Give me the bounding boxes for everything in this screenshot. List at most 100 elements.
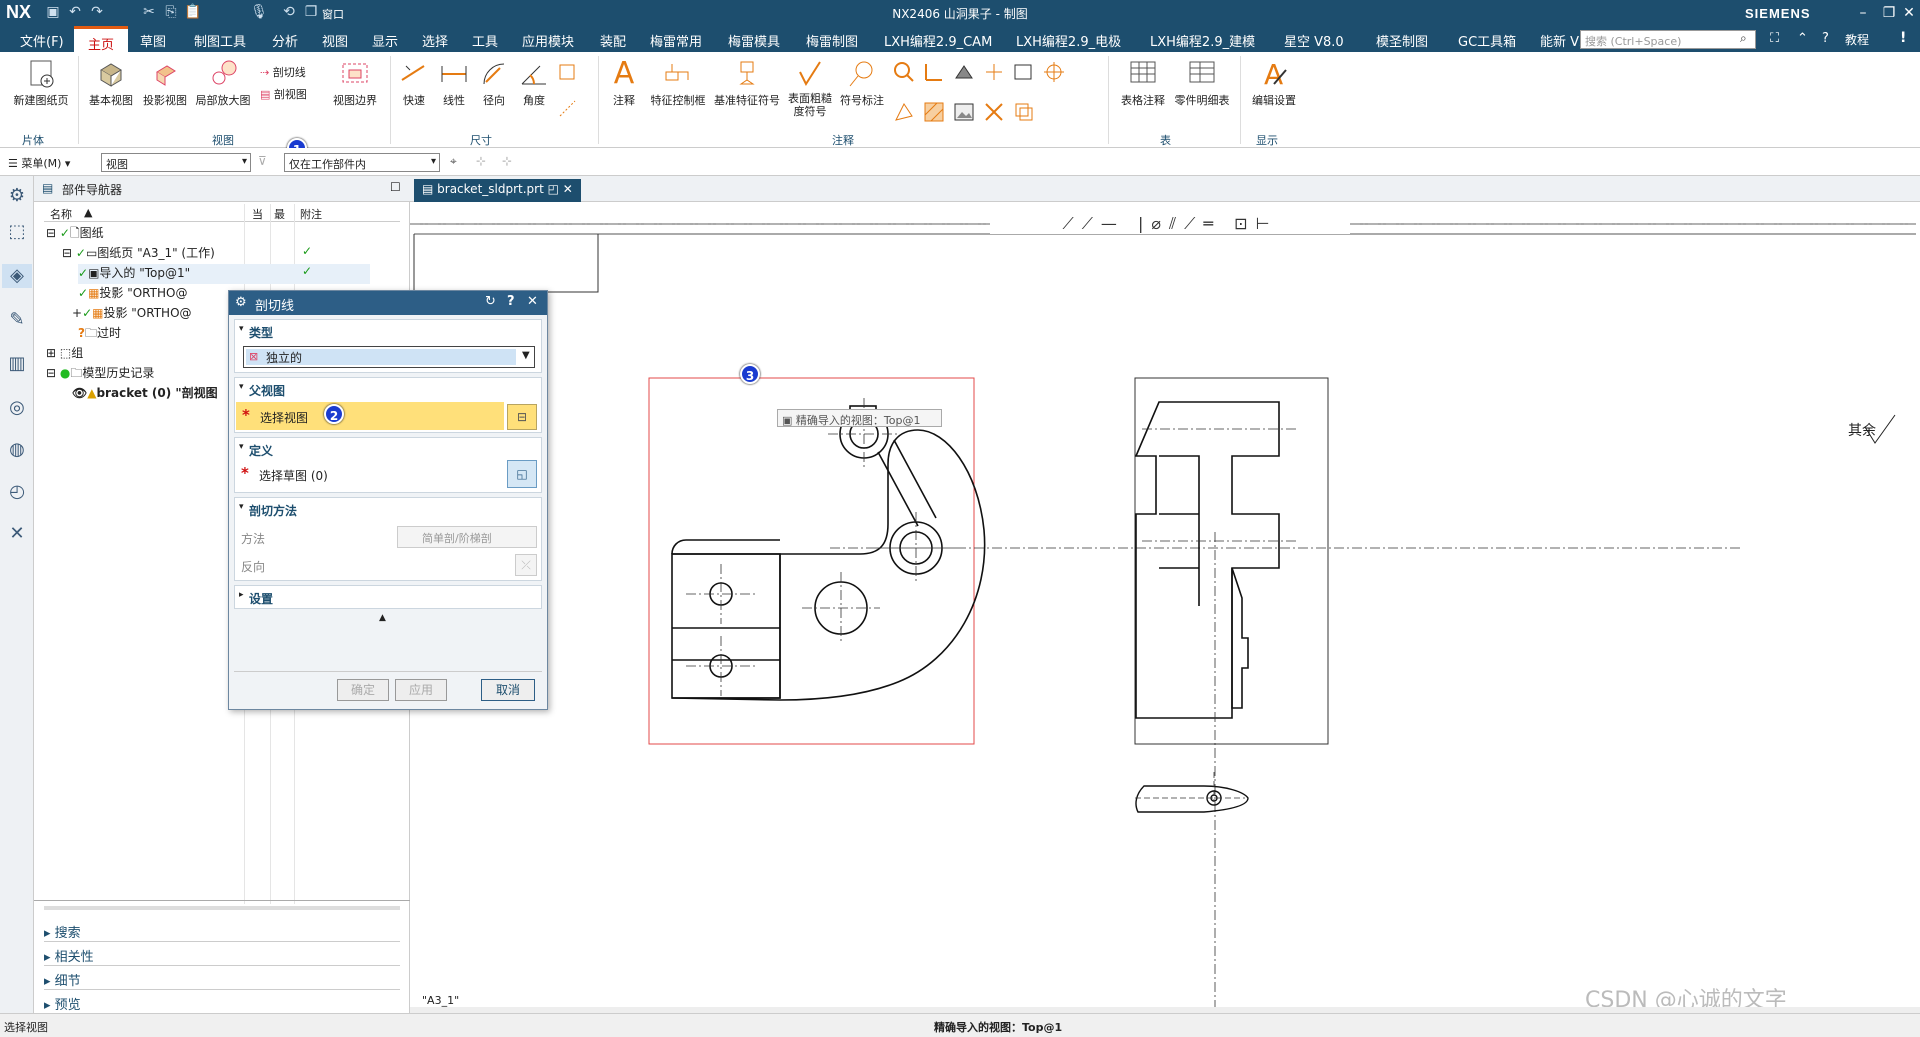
select-sketch-label[interactable]: 选择草图 (0) bbox=[259, 467, 328, 484]
scope-select[interactable]: 仅在工作部件内 bbox=[284, 153, 440, 172]
col-name[interactable]: 名称 bbox=[50, 206, 72, 222]
select-view-row[interactable]: * 选择视图 bbox=[236, 402, 504, 430]
col-latest[interactable]: 最 bbox=[274, 206, 285, 222]
projected-view-button[interactable]: 投影视图 bbox=[140, 58, 190, 108]
tree-node-imported-view[interactable]: ✓▣导入的 "Top@1" ✓ bbox=[78, 264, 370, 284]
col-note[interactable]: 附注 bbox=[300, 206, 322, 222]
file-tab[interactable]: ▤ bracket_sldprt.prt ◰ ✕ bbox=[414, 179, 581, 202]
settings-title[interactable]: 设置 bbox=[249, 590, 273, 607]
section-line-button[interactable]: ⇢ 剖切线 bbox=[260, 64, 330, 80]
reset-icon[interactable]: ↻ bbox=[485, 294, 496, 309]
zoom-annot-icon[interactable] bbox=[892, 60, 916, 87]
menu-file[interactable]: 文件(F) bbox=[20, 31, 64, 50]
image-icon[interactable] bbox=[952, 100, 976, 127]
help-icon[interactable]: ? bbox=[507, 294, 515, 309]
menu-item[interactable]: 模圣制图 bbox=[1376, 31, 1428, 50]
search-input[interactable]: 搜索 (Ctrl+Space) bbox=[1580, 30, 1756, 49]
crosshair-icon[interactable] bbox=[1042, 60, 1066, 87]
menu-item[interactable]: 显示 bbox=[372, 31, 398, 50]
rapid-dim-button[interactable]: 快速 bbox=[396, 58, 432, 108]
history-icon[interactable]: ◴ bbox=[5, 480, 29, 504]
collapse-dialog-icon[interactable]: ▲ bbox=[379, 613, 386, 623]
region-icon[interactable] bbox=[1012, 100, 1036, 127]
target-point-icon[interactable] bbox=[982, 60, 1006, 87]
fcf-button[interactable]: 特征控制框 bbox=[648, 58, 708, 108]
tutorial-link[interactable]: 教程 bbox=[1845, 31, 1869, 48]
angular-dim-button[interactable]: 角度 bbox=[516, 58, 552, 108]
select-view-button[interactable]: ⊟ bbox=[507, 404, 537, 430]
close-tab-icon[interactable]: ✕ bbox=[563, 182, 573, 196]
filter-icon[interactable]: ⊽ bbox=[258, 154, 267, 168]
surface-finish-button[interactable]: 表面粗糙度符号 bbox=[786, 58, 834, 118]
accordion-item[interactable]: ▸ 预览 bbox=[44, 994, 400, 1014]
tree-node-drawing[interactable]: ⊟ ✓🗋图纸 bbox=[46, 224, 402, 244]
method-select[interactable]: 简单剖/阶梯剖 bbox=[397, 526, 537, 548]
tools-icon[interactable]: ✕ bbox=[5, 522, 29, 546]
menu-item[interactable]: LXH编程2.9_CAM bbox=[884, 31, 992, 50]
type-section-title[interactable]: 类型 bbox=[249, 324, 273, 341]
datum-symbol-button[interactable]: 基准特征符号 bbox=[712, 58, 782, 108]
menu-item[interactable]: 工具 bbox=[472, 31, 498, 50]
menu-item[interactable]: 草图 bbox=[140, 31, 166, 50]
edit-settings-button[interactable]: A 编辑设置 bbox=[1246, 58, 1302, 108]
apply-button[interactable]: 应用 bbox=[395, 679, 447, 701]
type-select[interactable]: 独立的 ⊠ ▼ bbox=[243, 346, 535, 368]
parts-list-button[interactable]: 零件明细表 bbox=[1174, 58, 1230, 108]
close-icon[interactable]: ✕ bbox=[527, 294, 538, 309]
sort-icon[interactable]: ▲ bbox=[84, 206, 92, 219]
close-icon[interactable]: ✕ bbox=[1896, 2, 1920, 24]
web-browser-icon[interactable]: ◍ bbox=[5, 438, 29, 462]
assembly-nav-icon[interactable]: ⬚ bbox=[5, 220, 29, 244]
annotation-edit-icon[interactable] bbox=[1012, 60, 1036, 87]
reuse-library-icon[interactable]: ▥ bbox=[5, 352, 29, 376]
collapse-ribbon-icon[interactable]: ⌃ bbox=[1797, 31, 1808, 46]
menu-item[interactable]: 选择 bbox=[422, 31, 448, 50]
menu-item[interactable]: 主页 bbox=[74, 26, 129, 53]
menu-item[interactable]: 视图 bbox=[322, 31, 348, 50]
hatch-icon[interactable] bbox=[922, 100, 946, 127]
menu-item[interactable]: 装配 bbox=[600, 31, 626, 50]
alert-icon[interactable]: ! bbox=[1900, 30, 1906, 46]
centerline-icon[interactable] bbox=[922, 60, 946, 87]
section-method-title[interactable]: 剖切方法 bbox=[249, 502, 297, 519]
collapse-icon[interactable]: ▾ bbox=[239, 382, 244, 392]
multi-select-icon[interactable]: ⊹ bbox=[502, 154, 512, 168]
cancel-button[interactable]: 取消 bbox=[481, 679, 535, 701]
parent-view-title[interactable]: 父视图 bbox=[249, 382, 285, 399]
menu-item[interactable]: 梅雷常用 bbox=[650, 31, 702, 50]
select-icon[interactable]: ⊹ bbox=[476, 154, 486, 168]
part-nav-icon[interactable]: ◈ bbox=[2, 264, 32, 288]
reverse-button[interactable]: ⤫ bbox=[515, 554, 537, 576]
collapse-icon[interactable]: ▾ bbox=[239, 442, 244, 452]
note-button[interactable]: A 注释 bbox=[604, 58, 644, 108]
collapse-icon[interactable]: ▾ bbox=[239, 502, 244, 512]
menu-item[interactable]: LXH编程2.9_电极 bbox=[1016, 31, 1121, 50]
menu-item[interactable]: 应用模块 bbox=[522, 31, 574, 50]
define-title[interactable]: 定义 bbox=[249, 442, 273, 459]
base-view-button[interactable]: 基本视图 bbox=[86, 58, 136, 108]
linear-dim-button[interactable]: 线性 bbox=[436, 58, 472, 108]
ok-button[interactable]: 确定 bbox=[337, 679, 389, 701]
roles-icon[interactable]: ✎ bbox=[5, 308, 29, 332]
table-note-button[interactable]: 表格注释 bbox=[1116, 58, 1170, 108]
snap-icon[interactable]: ⌖ bbox=[450, 154, 457, 169]
view-boundary-button[interactable]: 视图边界 bbox=[330, 58, 380, 108]
detail-view-button[interactable]: 局部放大图 bbox=[194, 58, 252, 108]
fullscreen-icon[interactable]: ⛶ bbox=[1770, 31, 1779, 46]
menu-item[interactable]: 分析 bbox=[272, 31, 298, 50]
menu-item[interactable]: 梅雷模具 bbox=[728, 31, 780, 50]
flag-icon[interactable] bbox=[892, 100, 916, 127]
search-icon[interactable]: ⌕ bbox=[1740, 31, 1747, 46]
cross-icon[interactable] bbox=[982, 100, 1006, 127]
col-current[interactable]: 当 bbox=[252, 206, 263, 222]
accordion-item[interactable]: ▸ 细节 bbox=[44, 970, 400, 990]
menu-item[interactable]: 梅雷制图 bbox=[806, 31, 858, 50]
view-ops-toolbar[interactable]: ⟋⟋— |⌀⫽⟋═ ⊡⊢ bbox=[990, 214, 1350, 234]
chamfer-dim-icon[interactable] bbox=[556, 98, 580, 123]
graphics-window[interactable]: ⟋⟋— |⌀⫽⟋═ ⊡⊢ ▣ 精确导入的视图：Top@1 3 其余 "A3_1"… bbox=[410, 202, 1920, 1013]
sketch-button[interactable]: ◱ bbox=[507, 460, 537, 488]
collapse-icon[interactable]: ▾ bbox=[239, 324, 244, 334]
info-icon[interactable]: ◎ bbox=[5, 396, 29, 420]
accordion-item[interactable]: ▸ 搜索 bbox=[44, 922, 400, 942]
menu-item[interactable]: LXH编程2.9_建模 bbox=[1150, 31, 1255, 50]
